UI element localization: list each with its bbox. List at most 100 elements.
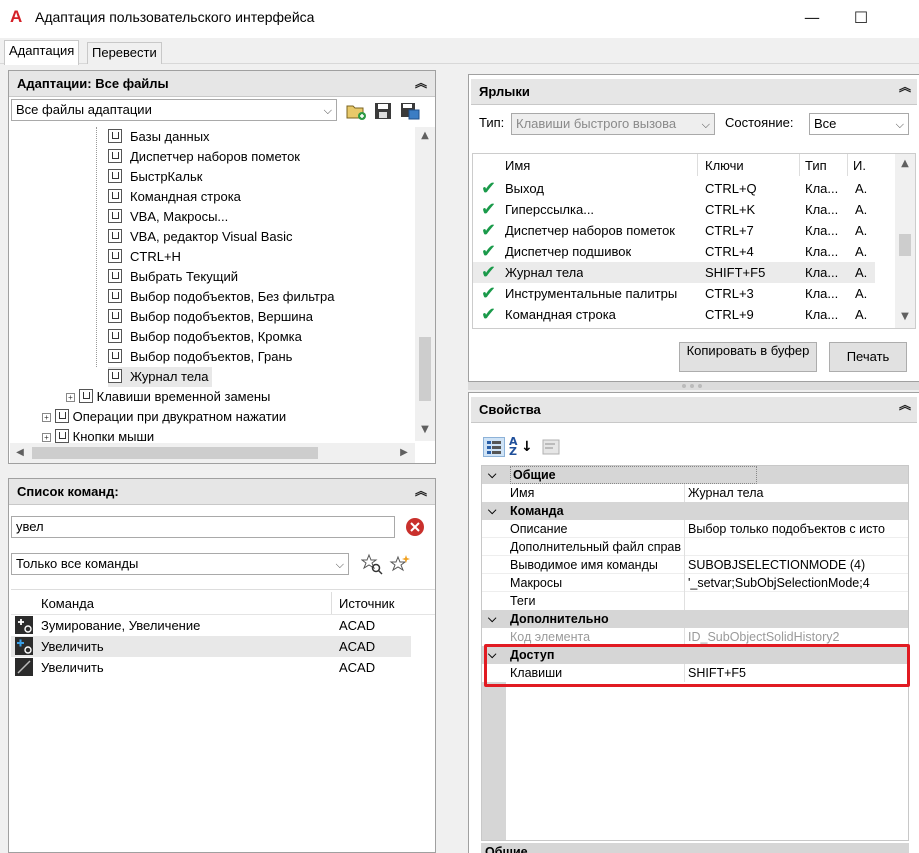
scroll-thumb[interactable] — [899, 234, 911, 256]
tree-item[interactable]: Выбор подобъектов, Без фильтра — [108, 287, 334, 307]
print-button[interactable]: Печать — [829, 342, 907, 372]
alphabetical-sort-icon[interactable]: A Z ↓ — [509, 436, 533, 457]
save-icon[interactable] — [374, 102, 392, 120]
vertical-splitter[interactable] — [452, 70, 460, 853]
customizations-panel: Адаптации: Все файлы ︽ Все файлы адаптаци… — [8, 70, 436, 464]
column-header-keys[interactable]: Ключи — [705, 156, 744, 176]
expand-icon[interactable]: + — [66, 393, 75, 402]
column-header-source[interactable]: И. — [853, 156, 866, 176]
collapse-icon[interactable]: ︽ — [415, 76, 429, 90]
table-row[interactable]: Увеличить ACAD — [11, 657, 411, 678]
tree-group[interactable]: + Операции при двукратном нажатии — [42, 407, 286, 427]
tree-item-selected[interactable]: Журнал тела — [108, 367, 213, 387]
maximize-button[interactable]: ☐ — [846, 6, 876, 30]
save-as-icon[interactable] — [400, 102, 420, 120]
category-command[interactable]: ⌵ Команда — [482, 502, 908, 520]
column-header-type[interactable]: Тип — [805, 156, 827, 176]
expand-icon[interactable]: + — [42, 413, 51, 422]
state-dropdown[interactable]: Все ⌵ — [809, 113, 909, 135]
tree-item[interactable]: CTRL+H — [108, 247, 181, 267]
scroll-thumb[interactable] — [32, 447, 318, 459]
tree-item-label: БыстрКальк — [130, 169, 203, 184]
customization-filter-dropdown[interactable]: Все файлы адаптации ⌵ — [11, 99, 337, 121]
table-row[interactable]: ✔ Командная строка CTRL+9 Кла... A. — [473, 304, 875, 325]
chevron-down-icon[interactable]: ⌵ — [488, 466, 496, 484]
command-list-header: Список команд: ︽ — [9, 479, 435, 505]
property-row[interactable]: Выводимое имя команды SUBOBJSELECTIONMODE… — [482, 556, 908, 574]
scroll-down-icon[interactable]: ▼ — [417, 423, 433, 437]
property-row[interactable]: Дополнительный файл справ — [482, 538, 908, 556]
property-row[interactable]: Макросы '_setvar;SubObjSelectionMode;4 — [482, 574, 908, 592]
tree-item[interactable]: VBA, Макросы... — [108, 207, 228, 227]
tree-item[interactable]: Диспетчер наборов пометок — [108, 147, 300, 167]
tree-item[interactable]: Выбор подобъектов, Грань — [108, 347, 292, 367]
scroll-down-icon[interactable]: ▼ — [897, 310, 913, 324]
highlight-box — [484, 644, 910, 687]
scroll-up-icon[interactable]: ▲ — [897, 157, 913, 171]
zoom-in-icon — [15, 637, 33, 655]
tab-transfer[interactable]: Перевести — [87, 42, 162, 64]
table-row[interactable]: Зумирование, Увеличение ACAD — [11, 615, 411, 636]
shortcut-keys: SHIFT+F5 — [705, 265, 766, 280]
expand-icon[interactable]: + — [42, 433, 51, 442]
table-row[interactable]: ✔ Выход CTRL+Q Кла... A. — [473, 178, 875, 199]
tree-item-label: Выбор подобъектов, Без фильтра — [130, 289, 335, 304]
column-header-source[interactable]: Источник — [339, 594, 395, 614]
chevron-down-icon[interactable]: ⌵ — [488, 610, 496, 628]
shortcut-key-icon — [108, 349, 122, 363]
autocad-logo-icon: A — [10, 7, 23, 26]
tree-item[interactable]: Базы данных — [108, 127, 210, 147]
table-row[interactable]: ✔ Диспетчер наборов пометок CTRL+7 Кла... A. — [473, 220, 875, 241]
table-row-selected[interactable]: ✔ Журнал тела SHIFT+F5 Кла... A. — [473, 262, 875, 283]
copy-to-clipboard-button[interactable]: Копировать в буфер — [679, 342, 817, 372]
collapse-icon[interactable]: ︽ — [415, 484, 429, 498]
collapse-icon[interactable]: ︽ — [899, 80, 913, 94]
tab-customize[interactable]: Адаптация — [4, 40, 80, 65]
shortcuts-vertical-scrollbar[interactable]: ▲ ▼ — [895, 154, 915, 328]
tree-item[interactable]: VBA, редактор Visual Basic — [108, 227, 293, 247]
tree-horizontal-scrollbar[interactable]: ◀ ▶ — [10, 443, 415, 463]
command-filter-dropdown[interactable]: Только все команды ⌵ — [11, 553, 349, 575]
scroll-up-icon[interactable]: ▲ — [417, 129, 433, 143]
minimize-button[interactable]: — — [797, 6, 827, 30]
table-row[interactable]: Увеличить ACAD — [11, 636, 411, 657]
column-header-name[interactable]: Имя — [505, 156, 530, 176]
customizations-title: Адаптации: Все файлы — [17, 76, 169, 91]
category-advanced[interactable]: ⌵ Дополнительно — [482, 610, 908, 628]
column-header-command[interactable]: Команда — [41, 594, 94, 614]
scroll-right-icon[interactable]: ▶ — [396, 446, 412, 460]
chevron-down-icon[interactable]: ⌵ — [488, 502, 496, 520]
open-folder-icon[interactable] — [346, 102, 366, 120]
tree-vertical-scrollbar[interactable]: ▲ ▼ — [415, 127, 435, 441]
property-value: Журнал тела — [688, 486, 764, 500]
horizontal-splitter[interactable] — [468, 382, 919, 390]
clear-search-icon[interactable] — [405, 517, 425, 537]
property-row[interactable]: Теги — [482, 592, 908, 610]
new-command-icon[interactable] — [389, 553, 411, 575]
table-row[interactable]: ✔ Диспетчер подшивок CTRL+4 Кла... A. — [473, 241, 875, 262]
tree-item[interactable]: БыстрКальк — [108, 167, 202, 187]
tree-group[interactable]: + Кнопки мыши — [42, 427, 154, 443]
property-row[interactable]: Имя Журнал тела — [482, 484, 908, 502]
shortcut-source: A. — [855, 307, 868, 322]
scroll-left-icon[interactable]: ◀ — [12, 446, 28, 460]
collapse-icon[interactable]: ︽ — [899, 398, 913, 412]
tree-item-label: Выбрать Текущий — [130, 269, 238, 284]
property-row[interactable]: Описание Выбор только подобъектов с исто — [482, 520, 908, 538]
tree-item-label: Выбор подобъектов, Грань — [130, 349, 293, 364]
scroll-thumb[interactable] — [419, 337, 431, 401]
type-dropdown[interactable]: Клавиши быстрого вызова ⌵ — [511, 113, 715, 135]
tree-item[interactable]: Командная строка — [108, 187, 241, 207]
tree-item[interactable]: Выбор подобъектов, Кромка — [108, 327, 302, 347]
find-command-icon[interactable] — [360, 553, 383, 575]
tree-item[interactable]: Выбрать Текущий — [108, 267, 238, 287]
category-general[interactable]: ⌵ Общие — [482, 466, 908, 484]
table-row[interactable]: ✔ Инструментальные палитры CTRL+3 Кла... A. — [473, 283, 875, 304]
command-search-input[interactable]: увел — [11, 516, 395, 538]
tree-item[interactable]: Выбор подобъектов, Вершина — [108, 307, 313, 327]
property-pages-icon[interactable] — [541, 437, 561, 457]
tree-group[interactable]: + Клавиши временной замены — [66, 387, 270, 407]
table-row[interactable]: ✔ Гиперссылка... CTRL+K Кла... A. — [473, 199, 875, 220]
categorized-view-icon[interactable] — [483, 437, 505, 457]
tree-item-label: Командная строка — [130, 189, 241, 204]
